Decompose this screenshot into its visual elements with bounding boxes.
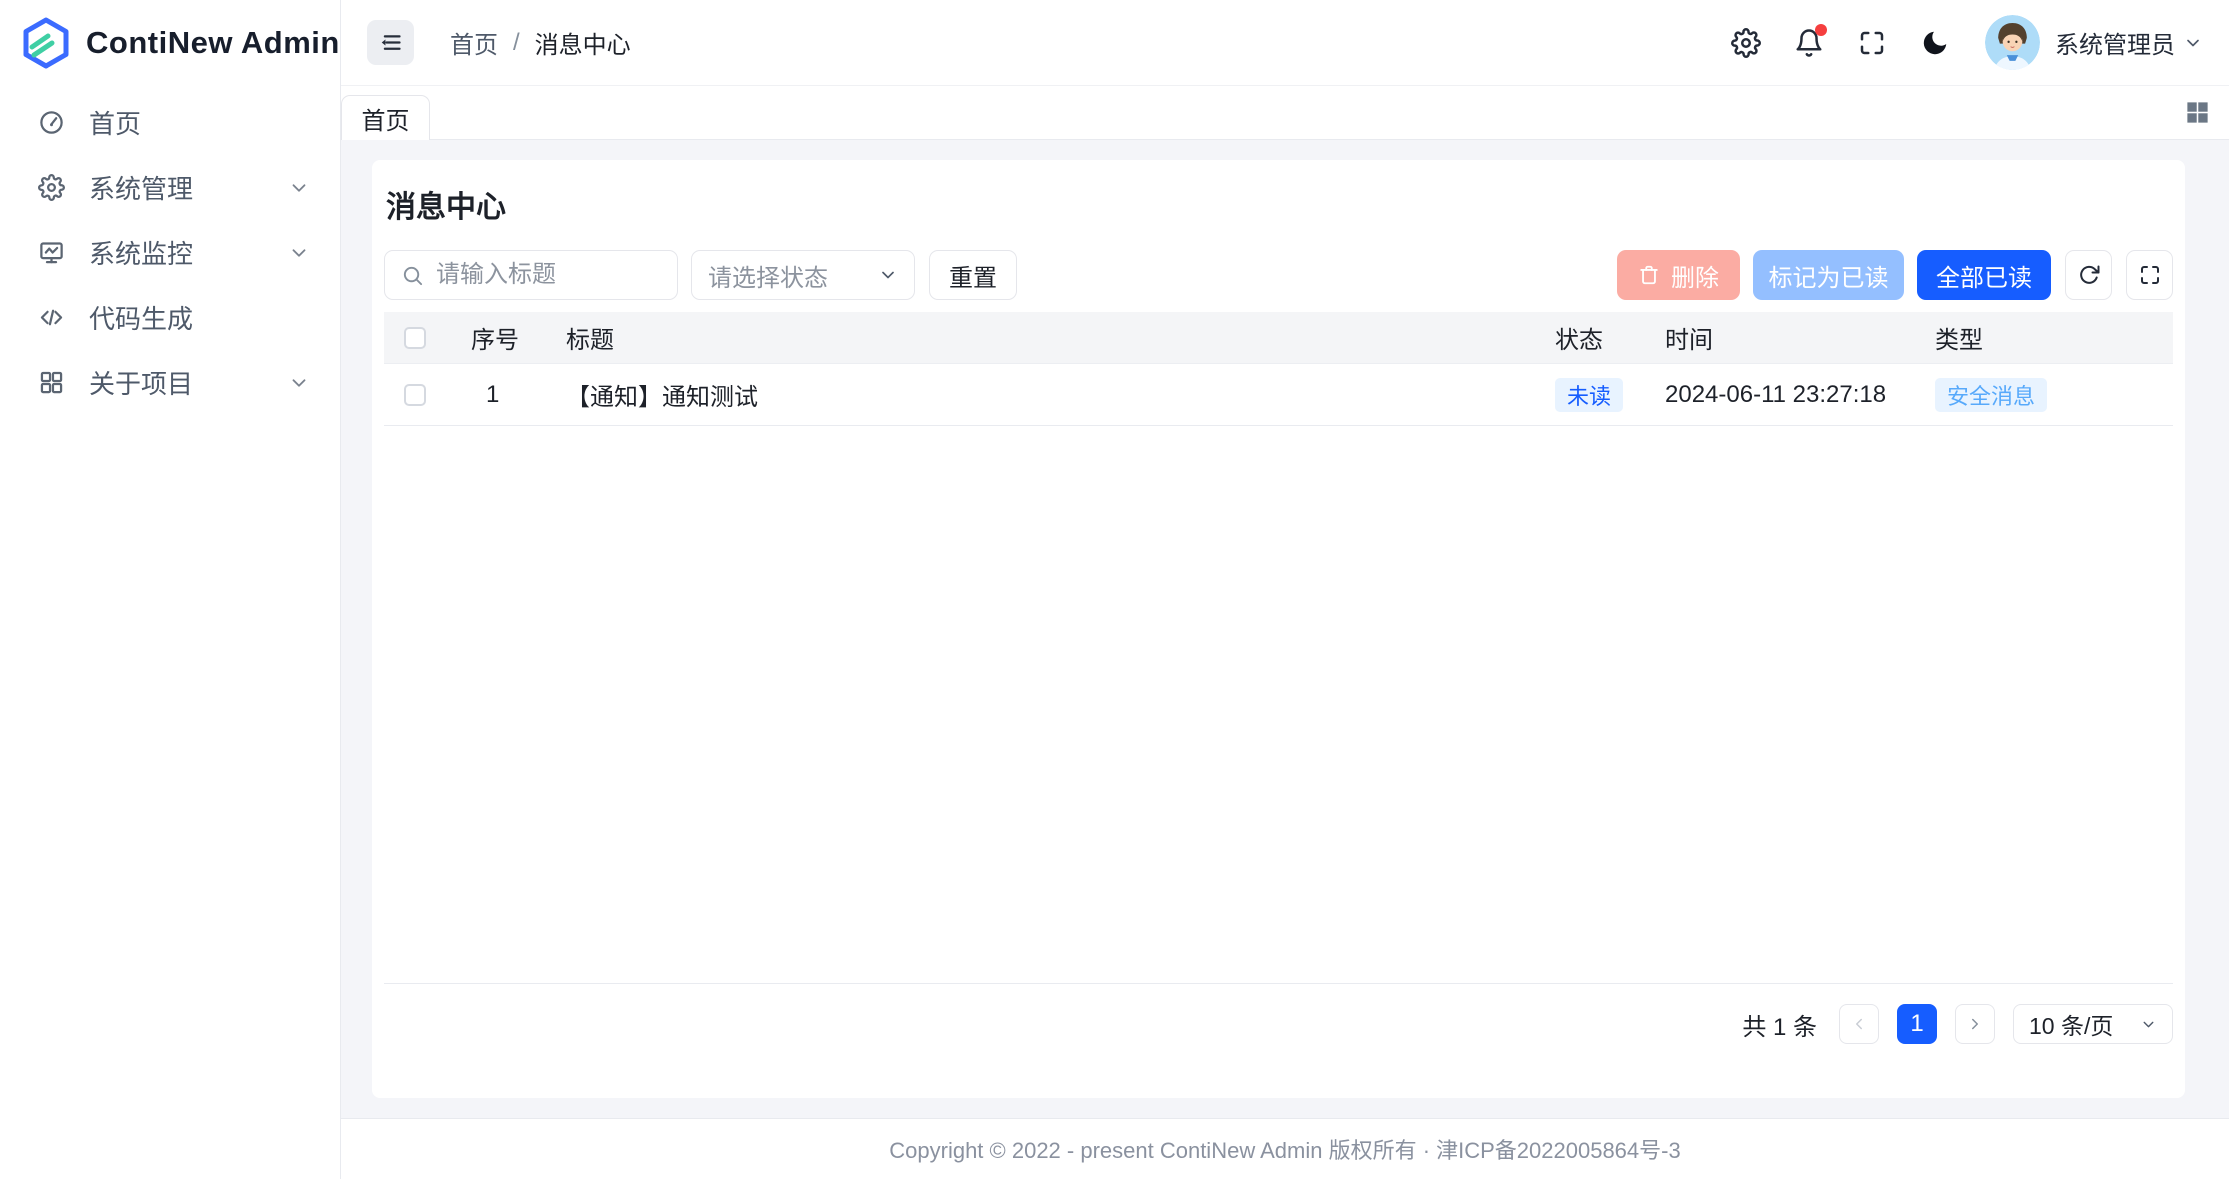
title-search-input[interactable]	[436, 261, 661, 289]
breadcrumb: 首页 / 消息中心	[450, 25, 631, 60]
chevron-left-icon	[1850, 1015, 1868, 1033]
toolbar: 请选择状态 重置 删除 标记为已读 全部已读	[384, 250, 2173, 300]
header-cell-checkbox	[384, 327, 446, 349]
delete-button[interactable]: 删除	[1617, 250, 1740, 300]
menu-fold-icon	[377, 29, 404, 56]
message-center-card: 消息中心 请选择状态 重置	[372, 160, 2185, 1098]
app-window: ContiNew Admin 首页 系统管理	[0, 0, 2229, 1179]
reset-button[interactable]: 重置	[929, 250, 1017, 300]
gear-icon	[38, 174, 65, 201]
chevron-down-icon	[878, 265, 898, 285]
cell-time: 2024-06-11 23:27:18	[1641, 381, 1911, 409]
cell-checkbox	[384, 384, 446, 406]
all-read-button[interactable]: 全部已读	[1917, 250, 2051, 300]
dashboard-icon	[38, 109, 65, 136]
refresh-icon	[2077, 263, 2101, 287]
header-cell-status: 状态	[1531, 320, 1641, 355]
fullscreen-icon	[2138, 263, 2162, 287]
sidebar-item-system-monitor[interactable]: 系统监控	[0, 220, 340, 285]
pagination-total: 共 1 条	[1742, 1007, 1817, 1042]
fullscreen-icon	[1857, 28, 1887, 58]
previous-page-button[interactable]	[1839, 1004, 1879, 1044]
page-size-value: 10 条/页	[2029, 1007, 2113, 1041]
table-empty-space	[384, 426, 2173, 984]
breadcrumb-home[interactable]: 首页	[450, 25, 498, 60]
tabbar: 首页	[341, 86, 2229, 140]
table-fullscreen-button[interactable]	[2126, 250, 2173, 300]
chevron-right-icon	[1966, 1015, 1984, 1033]
logo-hexagon-icon	[22, 17, 70, 69]
header: 首页 / 消息中心	[341, 0, 2229, 86]
tab-label: 首页	[362, 101, 410, 136]
header-cell-index: 序号	[446, 320, 546, 355]
sidebar-item-label: 首页	[89, 104, 310, 141]
avatar[interactable]	[1985, 15, 2040, 70]
status-select[interactable]: 请选择状态	[691, 250, 915, 300]
sidebar-collapse-button[interactable]	[367, 20, 414, 65]
user-name[interactable]: 系统管理员	[2055, 25, 2175, 60]
header-cell-title: 标题	[546, 320, 1531, 355]
mark-as-read-button[interactable]: 标记为已读	[1753, 250, 1904, 300]
refresh-button[interactable]	[2065, 250, 2112, 300]
avatar-image	[1985, 15, 2040, 70]
sidebar-nav: 首页 系统管理 系统监控	[0, 86, 340, 415]
row-checkbox[interactable]	[404, 384, 426, 406]
copyright-text: Copyright © 2022 - present ContiNew Admi…	[889, 1133, 1680, 1165]
settings-button[interactable]	[1726, 23, 1766, 63]
cell-type: 安全消息	[1911, 378, 2173, 412]
tab-actions-grid-icon[interactable]	[2184, 99, 2211, 126]
notifications-button[interactable]	[1789, 23, 1829, 63]
footer: Copyright © 2022 - present ContiNew Admi…	[341, 1118, 2229, 1179]
moon-icon	[1920, 28, 1950, 58]
chevron-down-icon	[288, 177, 310, 199]
page-number-button[interactable]: 1	[1897, 1004, 1937, 1044]
code-icon	[38, 304, 65, 331]
breadcrumb-separator: /	[498, 29, 535, 57]
pagination: 共 1 条 1 10 条/页	[384, 1004, 2173, 1044]
sidebar-item-label: 关于项目	[89, 364, 288, 401]
grid-icon	[38, 369, 65, 396]
sidebar-item-home[interactable]: 首页	[0, 90, 340, 155]
cell-index: 1	[446, 381, 546, 409]
breadcrumb-current: 消息中心	[535, 25, 631, 60]
fullscreen-button[interactable]	[1852, 23, 1892, 63]
sidebar-item-about-project[interactable]: 关于项目	[0, 350, 340, 415]
trash-icon	[1638, 264, 1660, 286]
monitor-icon	[38, 239, 65, 266]
logo: ContiNew Admin	[0, 0, 340, 86]
chevron-down-icon[interactable]	[2183, 33, 2203, 53]
sidebar: ContiNew Admin 首页 系统管理	[0, 0, 341, 1179]
dark-mode-toggle[interactable]	[1915, 23, 1955, 63]
notification-badge-dot	[1815, 24, 1827, 36]
status-badge: 未读	[1555, 378, 1623, 412]
page-size-select[interactable]: 10 条/页	[2013, 1004, 2173, 1044]
app-title: ContiNew Admin	[86, 25, 340, 61]
header-cell-type: 类型	[1911, 320, 2173, 355]
next-page-button[interactable]	[1955, 1004, 1995, 1044]
sidebar-item-system-management[interactable]: 系统管理	[0, 155, 340, 220]
chevron-down-icon	[288, 242, 310, 264]
gear-icon	[1731, 28, 1761, 58]
cell-title: 【通知】通知测试	[546, 377, 1531, 412]
type-badge: 安全消息	[1935, 378, 2047, 412]
sidebar-item-label: 系统监控	[89, 234, 288, 271]
messages-table: 序号 标题 状态 时间 类型 1 【通知】通知测试 未读 2024-06-11 …	[384, 312, 2173, 984]
select-all-checkbox[interactable]	[404, 327, 426, 349]
header-cell-time: 时间	[1641, 320, 1911, 355]
chevron-down-icon	[288, 372, 310, 394]
content-area: 消息中心 请选择状态 重置	[341, 140, 2229, 1118]
cell-status: 未读	[1531, 378, 1641, 412]
status-select-placeholder: 请选择状态	[708, 258, 828, 293]
search-icon	[401, 264, 424, 287]
table-row[interactable]: 1 【通知】通知测试 未读 2024-06-11 23:27:18 安全消息	[384, 364, 2173, 426]
chevron-down-icon	[2140, 1016, 2157, 1033]
page-title: 消息中心	[384, 186, 2173, 230]
sidebar-item-label: 系统管理	[89, 169, 288, 206]
tab-home[interactable]: 首页	[341, 95, 430, 140]
delete-button-label: 删除	[1671, 258, 1719, 293]
table-header-row: 序号 标题 状态 时间 类型	[384, 312, 2173, 364]
title-search-box	[384, 250, 678, 300]
sidebar-item-code-generation[interactable]: 代码生成	[0, 285, 340, 350]
sidebar-item-label: 代码生成	[89, 299, 310, 336]
